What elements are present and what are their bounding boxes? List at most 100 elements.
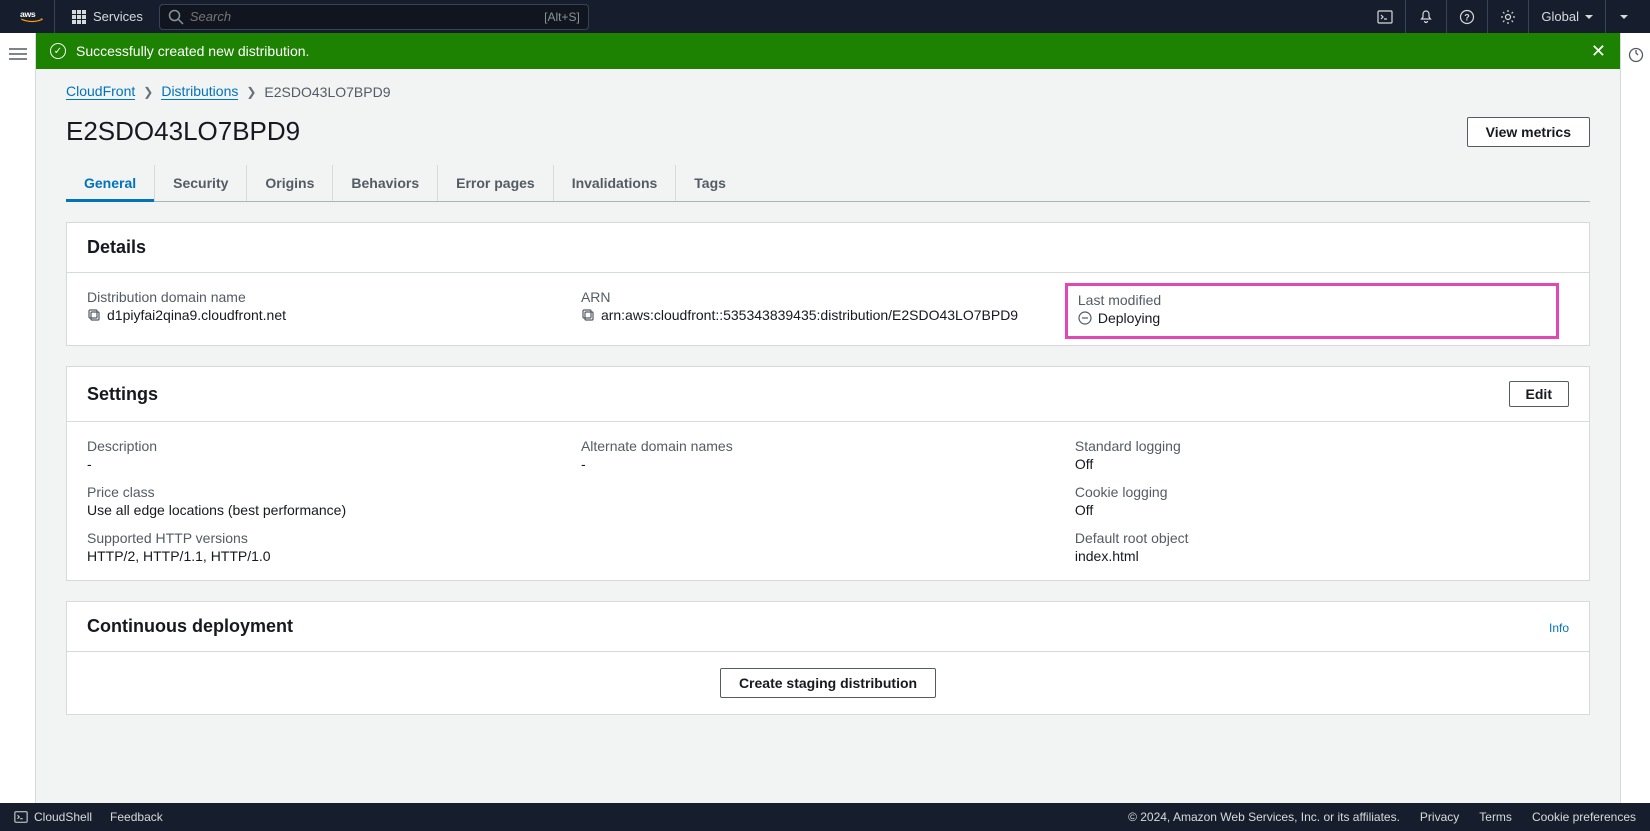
- content: CloudFront ❯ Distributions ❯ E2SDO43LO7B…: [36, 69, 1620, 765]
- edit-settings-button[interactable]: Edit: [1509, 381, 1569, 407]
- search-box[interactable]: [Alt+S]: [159, 4, 589, 30]
- settings-button[interactable]: [1487, 0, 1528, 33]
- details-panel: Details Distribution domain name d1piyfa…: [66, 222, 1590, 346]
- details-col-arn: ARN arn:aws:cloudfront::535343839435:dis…: [581, 289, 1075, 329]
- cd-info-link[interactable]: Info: [1549, 621, 1569, 635]
- default-root-label: Default root object: [1075, 530, 1549, 546]
- services-menu[interactable]: Services: [59, 9, 155, 25]
- flash-success: ✓ Successfully created new distribution.…: [36, 33, 1620, 69]
- flash-close[interactable]: ✕: [1591, 41, 1606, 62]
- copy-icon[interactable]: [87, 308, 101, 322]
- search-input[interactable]: [190, 9, 544, 24]
- http-versions-label: Supported HTTP versions: [87, 530, 561, 546]
- chevron-down-icon: [1585, 15, 1593, 19]
- bell-icon: [1418, 9, 1434, 25]
- settings-heading: Settings: [87, 384, 158, 405]
- settings-body: Description - Price class Use all edge l…: [67, 422, 1589, 580]
- aws-logo[interactable]: aws: [10, 0, 55, 33]
- top-nav-left: aws Services [Alt+S]: [10, 0, 589, 33]
- top-nav-right: ? Global: [1365, 0, 1640, 33]
- footer-cookie[interactable]: Cookie preferences: [1532, 810, 1636, 824]
- details-body: Distribution domain name d1piyfai2qina9.…: [67, 273, 1589, 345]
- description-label: Description: [87, 438, 561, 454]
- copy-icon[interactable]: [581, 308, 595, 322]
- arn-value: arn:aws:cloudfront::535343839435:distrib…: [581, 307, 1055, 323]
- region-selector[interactable]: Global: [1528, 0, 1605, 33]
- http-versions-value: HTTP/2, HTTP/1.1, HTTP/1.0: [87, 548, 561, 564]
- tab-tags[interactable]: Tags: [676, 165, 744, 201]
- cookie-logging-value: Off: [1075, 502, 1549, 518]
- flash-content: ✓ Successfully created new distribution.: [50, 43, 309, 59]
- main-column: ✓ Successfully created new distribution.…: [36, 33, 1620, 803]
- nav-toggle[interactable]: [9, 47, 27, 803]
- highlight-box: Last modified Deploying: [1065, 283, 1559, 339]
- alt-domains-value: -: [581, 456, 1055, 472]
- tab-origins[interactable]: Origins: [247, 165, 333, 201]
- tab-general[interactable]: General: [66, 165, 155, 201]
- last-modified-value: Deploying: [1078, 310, 1546, 326]
- breadcrumb-distributions[interactable]: Distributions: [161, 83, 238, 100]
- cd-body: Create staging distribution: [67, 652, 1589, 714]
- domain-name-label: Distribution domain name: [87, 289, 561, 305]
- help-button[interactable]: ?: [1446, 0, 1487, 33]
- settings-col-2: Alternate domain names -: [581, 438, 1075, 564]
- right-rail: [1620, 33, 1650, 803]
- description-value: -: [87, 456, 561, 472]
- left-rail: [0, 33, 36, 803]
- settings-col-1: Description - Price class Use all edge l…: [87, 438, 581, 564]
- account-menu[interactable]: [1605, 0, 1640, 33]
- tab-behaviors[interactable]: Behaviors: [333, 165, 438, 201]
- price-class-value: Use all edge locations (best performance…: [87, 502, 561, 518]
- chevron-down-icon: [1620, 15, 1628, 19]
- settings-col-3: Standard logging Off Cookie logging Off …: [1075, 438, 1569, 564]
- notifications-button[interactable]: [1405, 0, 1446, 33]
- cloudshell-icon-button[interactable]: [1365, 0, 1405, 33]
- tab-invalidations[interactable]: Invalidations: [554, 165, 677, 201]
- arn-text: arn:aws:cloudfront::535343839435:distrib…: [601, 307, 1018, 323]
- footer-copyright: © 2024, Amazon Web Services, Inc. or its…: [1128, 810, 1400, 824]
- details-col-last-modified: Last modified Deploying: [1075, 289, 1569, 329]
- breadcrumb-current: E2SDO43LO7BPD9: [264, 84, 390, 100]
- region-label: Global: [1541, 9, 1579, 24]
- footer-privacy[interactable]: Privacy: [1420, 810, 1459, 824]
- tabs: General Security Origins Behaviors Error…: [66, 165, 1590, 202]
- footer-cloudshell[interactable]: CloudShell: [14, 810, 92, 824]
- page-header: E2SDO43LO7BPD9 View metrics: [66, 116, 1590, 147]
- chevron-right-icon: ❯: [143, 85, 153, 99]
- footer-left: CloudShell Feedback: [14, 810, 163, 824]
- details-header: Details: [67, 223, 1589, 273]
- domain-name-value: d1piyfai2qina9.cloudfront.net: [87, 307, 561, 323]
- cd-header: Continuous deployment Info: [67, 602, 1589, 652]
- create-staging-button[interactable]: Create staging distribution: [720, 668, 936, 698]
- help-panel-toggle[interactable]: [1628, 47, 1644, 803]
- help-icon: ?: [1459, 9, 1475, 25]
- breadcrumb: CloudFront ❯ Distributions ❯ E2SDO43LO7B…: [66, 83, 1590, 100]
- flash-message: Successfully created new distribution.: [76, 43, 309, 59]
- continuous-deployment-panel: Continuous deployment Info Create stagin…: [66, 601, 1590, 715]
- hamburger-icon: [9, 47, 27, 61]
- cloudshell-icon: [1377, 9, 1393, 25]
- check-circle-icon: ✓: [50, 43, 66, 59]
- alt-domains-label: Alternate domain names: [581, 438, 1055, 454]
- std-logging-value: Off: [1075, 456, 1549, 472]
- search-icon: [168, 9, 184, 25]
- std-logging-label: Standard logging: [1075, 438, 1549, 454]
- top-nav: aws Services [Alt+S] ? Global: [0, 0, 1650, 33]
- footer-right: © 2024, Amazon Web Services, Inc. or its…: [1128, 810, 1636, 824]
- footer-terms[interactable]: Terms: [1479, 810, 1512, 824]
- tab-error-pages[interactable]: Error pages: [438, 165, 554, 201]
- tab-security[interactable]: Security: [155, 165, 247, 201]
- cd-heading: Continuous deployment: [87, 616, 293, 637]
- svg-text:aws: aws: [20, 9, 36, 19]
- gear-icon: [1500, 9, 1516, 25]
- breadcrumb-cloudfront[interactable]: CloudFront: [66, 83, 135, 100]
- view-metrics-button[interactable]: View metrics: [1467, 117, 1590, 147]
- price-class-label: Price class: [87, 484, 561, 500]
- footer-feedback[interactable]: Feedback: [110, 810, 163, 824]
- settings-header: Settings Edit: [67, 367, 1589, 422]
- in-progress-icon: [1078, 311, 1092, 325]
- settings-panel: Settings Edit Description - Price class …: [66, 366, 1590, 581]
- search-shortcut: [Alt+S]: [544, 10, 580, 24]
- last-modified-text: Deploying: [1098, 310, 1160, 326]
- details-col-domain: Distribution domain name d1piyfai2qina9.…: [87, 289, 581, 329]
